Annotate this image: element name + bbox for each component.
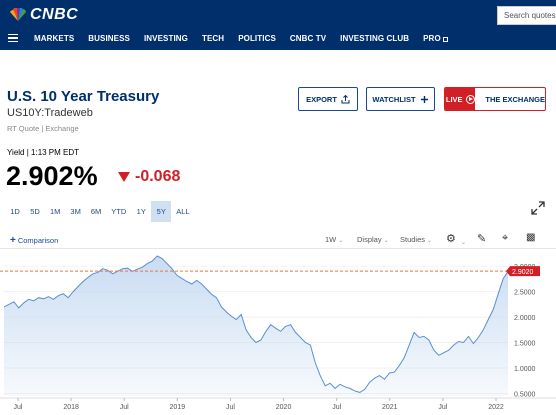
gear-icon[interactable]: ⚙ xyxy=(446,232,456,245)
y-tick-label: 1.0000 xyxy=(514,366,536,373)
display-label: Display xyxy=(357,235,382,244)
y-tick-label: 2.5000 xyxy=(514,290,536,297)
x-tick-label: 2018 xyxy=(63,404,79,411)
quote-subtitle: RT Quote | Exchange xyxy=(7,124,79,133)
top-bar: CNBC Search quotes MARKETS BUSINESS INVE… xyxy=(0,0,556,50)
comparison-label: Comparison xyxy=(17,236,59,245)
price-change: -0.068 xyxy=(118,168,180,186)
main-nav: MARKETS BUSINESS INVESTING TECH POLITICS… xyxy=(0,27,556,49)
search-input[interactable]: Search quotes xyxy=(497,6,556,25)
range-1y[interactable]: 1Y xyxy=(131,201,151,222)
price-change-value: -0.068 xyxy=(135,168,181,185)
studies-select[interactable]: Studies ⌄ xyxy=(400,235,432,244)
nav-tech[interactable]: TECH xyxy=(202,34,224,43)
nav-business[interactable]: BUSINESS xyxy=(88,34,130,43)
export-label: EXPORT xyxy=(306,94,337,104)
quote-symbol: US10Y:Tradeweb xyxy=(7,107,93,119)
x-tick-label: Jul xyxy=(14,404,23,411)
range-selector: 1D 5D 1M 3M 6M YTD 1Y 5Y ALL xyxy=(5,201,195,222)
nav-investing[interactable]: INVESTING xyxy=(144,34,188,43)
comparison-button[interactable]: + Comparison xyxy=(10,235,58,246)
settings-chevron-icon[interactable]: ⌄ xyxy=(459,237,466,246)
live-tag: LIVE xyxy=(445,88,476,110)
x-tick-label: 2019 xyxy=(170,404,186,411)
exchange-label: THE EXCHANGE xyxy=(485,94,545,104)
x-tick-label: Jul xyxy=(438,404,447,411)
logo-text: CNBC xyxy=(30,6,79,23)
y-tick-label: 2.0000 xyxy=(514,315,536,322)
play-icon xyxy=(465,94,475,104)
menu-icon[interactable] xyxy=(8,27,24,49)
plus-icon: + xyxy=(10,235,16,246)
x-tick-label: Jul xyxy=(226,404,235,411)
x-tick-label: 2020 xyxy=(276,404,292,411)
pencil-icon[interactable]: ✎ xyxy=(477,232,486,245)
range-6m[interactable]: 6M xyxy=(86,201,106,222)
comment-icon[interactable]: ▩ xyxy=(526,232,535,243)
nav-pro[interactable]: PRO xyxy=(423,34,448,43)
nav-cnbc-tv[interactable]: CNBC TV xyxy=(290,34,326,43)
last-value-label: 2.9020 xyxy=(512,269,534,276)
chevron-down-icon: ⌄ xyxy=(338,238,344,244)
chevron-down-icon: ⌄ xyxy=(427,238,433,244)
expand-icon[interactable] xyxy=(531,201,545,215)
export-button[interactable]: EXPORT xyxy=(298,87,358,111)
share-icon xyxy=(341,94,350,103)
y-tick-label: 0.5000 xyxy=(514,391,536,398)
yield-chart[interactable]: 3.00002.50002.00001.50001.00000.50002.90… xyxy=(0,252,556,415)
nav-pro-label: PRO xyxy=(423,33,441,43)
live-label: LIVE xyxy=(445,94,463,104)
range-1d[interactable]: 1D xyxy=(5,201,25,222)
page-title: U.S. 10 Year Treasury xyxy=(7,88,160,105)
studies-label: Studies xyxy=(400,235,426,244)
range-3m[interactable]: 3M xyxy=(65,201,85,222)
range-5d[interactable]: 5D xyxy=(25,201,45,222)
yield-time-label: Yield | 1:13 PM EDT xyxy=(7,148,80,157)
peacock-icon xyxy=(10,8,26,21)
nav-politics[interactable]: POLITICS xyxy=(238,34,276,43)
interval-select[interactable]: 1W ⌄ xyxy=(325,235,343,244)
range-ytd[interactable]: YTD xyxy=(106,201,131,222)
x-tick-label: Jul xyxy=(332,404,341,411)
down-arrow-icon xyxy=(118,172,130,182)
display-select[interactable]: Display ⌄ xyxy=(357,235,389,244)
chevron-down-icon: ⌄ xyxy=(383,238,389,244)
nav-investing-club[interactable]: INVESTING CLUB xyxy=(340,34,409,43)
plus-icon xyxy=(420,95,428,103)
x-tick-label: 2022 xyxy=(488,404,504,411)
watchlist-label: WATCHLIST xyxy=(372,94,416,104)
live-exchange-button[interactable]: LIVE THE EXCHANGE xyxy=(444,87,546,111)
range-5y[interactable]: 5Y xyxy=(151,201,172,222)
crosshair-icon[interactable]: ⌖ xyxy=(502,232,508,245)
range-all[interactable]: ALL xyxy=(171,201,194,222)
x-tick-label: 2021 xyxy=(382,404,398,411)
series-area xyxy=(4,256,508,396)
interval-label: 1W xyxy=(325,235,337,244)
nav-markets[interactable]: MARKETS xyxy=(34,34,74,43)
chart-toolbar: + Comparison 1W ⌄ Display ⌄ Studies ⌄ ⚙ ⌄ ✎ … xyxy=(0,231,556,249)
lock-icon xyxy=(442,36,448,42)
y-tick-label: 1.5000 xyxy=(514,341,536,348)
cnbc-logo[interactable]: CNBC xyxy=(8,6,78,24)
x-tick-label: Jul xyxy=(120,404,129,411)
last-price: 2.902% xyxy=(6,161,98,191)
range-1m[interactable]: 1M xyxy=(45,201,65,222)
watchlist-button[interactable]: WATCHLIST xyxy=(366,87,435,111)
